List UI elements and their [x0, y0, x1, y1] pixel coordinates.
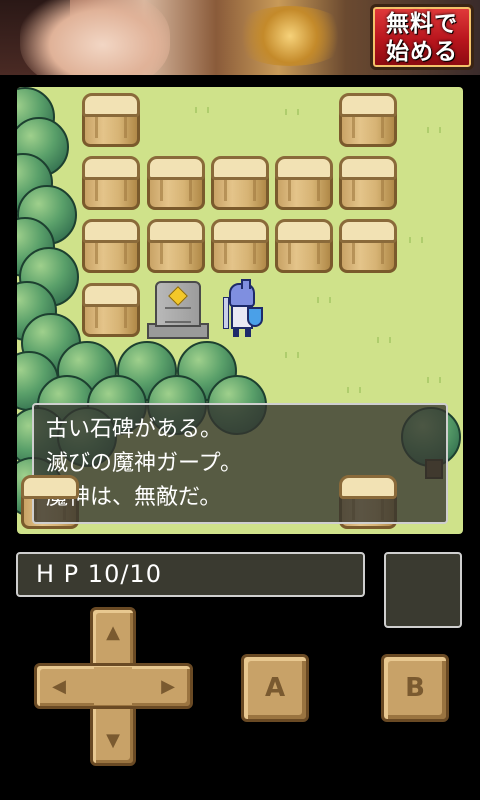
- ad-button-line1: 無料で: [386, 11, 458, 37]
- knight-icon: [221, 279, 265, 339]
- tree-stump: [339, 219, 397, 275]
- tree-stump: [339, 93, 397, 149]
- tree-stump: [147, 156, 205, 212]
- hp-status-bar: H P 10/10: [16, 552, 365, 597]
- grass-tuft: [317, 297, 331, 303]
- hp-label: H P: [36, 560, 80, 588]
- tree-stump: [211, 156, 269, 212]
- grass-tuft: [377, 337, 391, 343]
- tree-stump: [82, 219, 140, 275]
- message-window[interactable]: 古い石碑がある。 滅びの魔神ガープ。 魔神は、無敵だ。: [32, 403, 448, 524]
- dpad-down-button[interactable]: ▼: [91, 718, 135, 762]
- tree-stump: [275, 156, 333, 212]
- ad-ornament-image: [230, 6, 350, 66]
- stone-tablet-icon[interactable]: [147, 281, 209, 341]
- grass-tuft: [285, 109, 299, 115]
- tree-stump: [147, 219, 205, 275]
- grass-tuft: [427, 127, 441, 133]
- b-button[interactable]: B: [381, 654, 449, 722]
- dpad-up-button[interactable]: ▲: [91, 610, 135, 654]
- grass-tuft: [285, 352, 299, 358]
- grass-tuft: [347, 387, 361, 393]
- tree-stump: [82, 283, 140, 339]
- message-line: 古い石碑がある。: [46, 417, 223, 442]
- dpad-right-button[interactable]: ▶: [146, 664, 190, 708]
- tree-stump: [211, 219, 269, 275]
- a-button[interactable]: A: [241, 654, 309, 722]
- hp-value: 10/10: [87, 560, 162, 588]
- item-slot[interactable]: [384, 552, 462, 628]
- grass-tuft: [427, 377, 441, 383]
- ad-character-image: [20, 0, 170, 75]
- ad-banner[interactable]: 無料で 始める: [0, 0, 480, 75]
- dpad-center: [94, 667, 132, 705]
- tree-stump: [82, 93, 140, 149]
- ad-start-free-button[interactable]: 無料で 始める: [370, 4, 474, 70]
- dpad-left-button[interactable]: ◀: [37, 664, 81, 708]
- ad-button-line2: 始める: [386, 39, 458, 65]
- grass-tuft: [195, 107, 209, 113]
- grass-tuft: [409, 237, 423, 243]
- tree-stump: [275, 219, 333, 275]
- tree-stump: [339, 156, 397, 212]
- tree-stump: [82, 156, 140, 212]
